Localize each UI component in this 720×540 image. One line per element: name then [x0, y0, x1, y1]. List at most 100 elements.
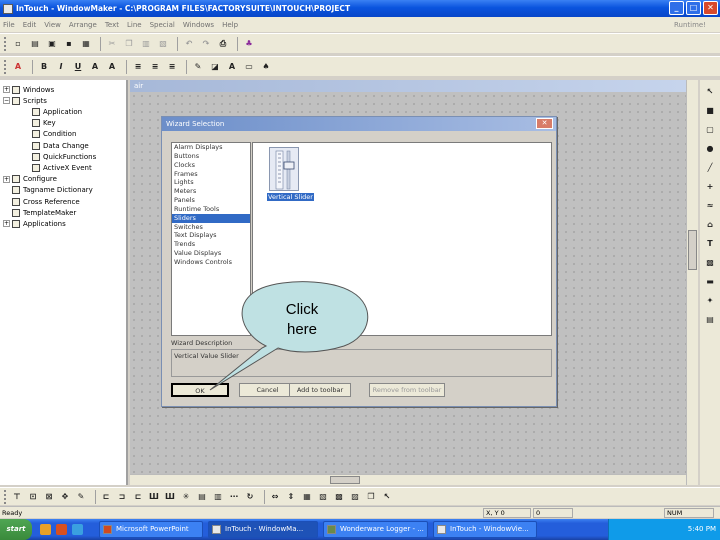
- tree-item[interactable]: Key: [23, 119, 56, 128]
- wizard-category-item[interactable]: Buttons: [172, 152, 250, 161]
- rectangle-icon[interactable]: ■: [703, 103, 717, 117]
- cut-icon[interactable]: ✂: [105, 37, 119, 51]
- print-icon[interactable]: ⎙: [216, 37, 230, 51]
- close-window-icon[interactable]: ▣: [45, 37, 59, 51]
- tree-item[interactable]: Application: [23, 107, 82, 116]
- bold-icon[interactable]: B: [37, 60, 51, 74]
- rounded-rectangle-icon[interactable]: ▢: [703, 122, 717, 136]
- remove-from-toolbar-button[interactable]: Remove from toolbar: [369, 383, 445, 397]
- minimize-button[interactable]: _: [669, 1, 684, 15]
- wizard-category-item[interactable]: Windows Controls: [172, 258, 250, 267]
- wizard-tool-icon[interactable]: ✦: [703, 293, 717, 307]
- wizard-icon[interactable]: ♣: [242, 37, 256, 51]
- toolbar-grip[interactable]: [4, 59, 7, 74]
- wizard-category-item[interactable]: Runtime Tools: [172, 205, 250, 214]
- center-objects-icon[interactable]: ✳: [180, 491, 192, 503]
- tree-expander-icon[interactable]: +: [3, 175, 10, 183]
- ellipse-icon[interactable]: ●: [703, 141, 717, 155]
- wizard-category-item[interactable]: Switches: [172, 223, 250, 232]
- line-icon[interactable]: ╱: [703, 160, 717, 174]
- quick-launch-icon[interactable]: [56, 524, 67, 535]
- align-right-objects-icon[interactable]: ⊏: [132, 491, 144, 503]
- wizard-category-item[interactable]: Text Displays: [172, 231, 250, 240]
- tree-item[interactable]: Data Change: [23, 141, 89, 150]
- wizard-category-item[interactable]: Value Displays: [172, 249, 250, 258]
- toolbar-grip[interactable]: [4, 489, 7, 504]
- break-symbol-icon[interactable]: ▨: [349, 491, 361, 503]
- fill-color-icon[interactable]: ◪: [208, 60, 222, 74]
- tree-item[interactable]: ActiveX Event: [23, 163, 92, 172]
- space-horizontal-icon[interactable]: Ш: [148, 491, 160, 503]
- wizard-category-item[interactable]: Trends: [172, 240, 250, 249]
- save-all-icon[interactable]: ▦: [79, 37, 93, 51]
- align-bottom-icon[interactable]: ⊠: [43, 491, 55, 503]
- vertical-scrollbar[interactable]: [686, 80, 698, 485]
- taskbar-item-windowmaker[interactable]: InTouch - WindowMa...: [208, 521, 318, 538]
- maximize-button[interactable]: □: [686, 1, 701, 15]
- window-color-icon[interactable]: ▭: [242, 60, 256, 74]
- align-center-objects-icon[interactable]: ⊐: [116, 491, 128, 503]
- line-style-icon[interactable]: ⋯: [228, 491, 240, 503]
- rotate-icon[interactable]: ↻: [244, 491, 256, 503]
- quick-launch-icon[interactable]: [40, 524, 51, 535]
- tree-item[interactable]: + Configure: [3, 175, 57, 184]
- delete-icon[interactable]: ▧: [156, 37, 170, 51]
- grid-snap-icon[interactable]: ✥: [59, 491, 71, 503]
- clock[interactable]: 5:40 PM: [688, 525, 716, 533]
- align-middle-icon[interactable]: ⊡: [27, 491, 39, 503]
- paste-bitmap-icon[interactable]: ▤: [703, 312, 717, 326]
- wizard-category-list[interactable]: Alarm Displays Buttons Clocks Frames Lights M…: [171, 142, 251, 336]
- font-size-up-icon[interactable]: A: [88, 60, 102, 74]
- tree-item[interactable]: − Scripts: [3, 96, 47, 105]
- tree-expander-icon[interactable]: −: [3, 97, 10, 105]
- tree-item[interactable]: + Windows: [3, 85, 54, 94]
- tree-item[interactable]: Condition: [23, 130, 76, 139]
- wizard-category-item[interactable]: Clocks: [172, 161, 250, 170]
- text-tool-icon[interactable]: T: [703, 236, 717, 250]
- vertical-slider-label[interactable]: Vertical Slider: [267, 193, 314, 201]
- space-vertical-icon[interactable]: Ш: [164, 491, 176, 503]
- wizard-category-item[interactable]: Panels: [172, 196, 250, 205]
- flip-v-icon[interactable]: ⇕: [285, 491, 297, 503]
- taskbar-item-logger[interactable]: Wonderware Logger - ...: [323, 521, 428, 538]
- menu-arrange[interactable]: Arrange: [69, 21, 97, 29]
- horizontal-scrollbar[interactable]: [130, 474, 686, 485]
- align-center-icon[interactable]: ≡: [148, 60, 162, 74]
- quick-launch-icon[interactable]: [72, 524, 83, 535]
- paint-icon[interactable]: ♠: [259, 60, 273, 74]
- taskbar-item-powerpoint[interactable]: Microsoft PowerPoint: [99, 521, 203, 538]
- align-left-objects-icon[interactable]: ⊏: [100, 491, 112, 503]
- copy-icon[interactable]: ❐: [122, 37, 136, 51]
- close-button[interactable]: ✕: [703, 1, 718, 15]
- menu-view[interactable]: View: [44, 21, 61, 29]
- open-window-icon[interactable]: ▤: [28, 37, 42, 51]
- menu-edit[interactable]: Edit: [23, 21, 37, 29]
- make-symbol-icon[interactable]: ▧: [317, 491, 329, 503]
- align-left-icon[interactable]: ≡: [131, 60, 145, 74]
- cancel-button[interactable]: Cancel: [239, 383, 296, 397]
- redo-icon[interactable]: ↷: [199, 37, 213, 51]
- wizard-category-item[interactable]: Meters: [172, 187, 250, 196]
- start-button[interactable]: start: [0, 519, 32, 540]
- cursor-icon[interactable]: ↖: [381, 491, 393, 503]
- dialog-close-button[interactable]: ✕: [536, 118, 553, 129]
- text-color-icon[interactable]: A: [225, 60, 239, 74]
- button-tool-icon[interactable]: ▬: [703, 274, 717, 288]
- menu-line[interactable]: Line: [127, 21, 142, 29]
- wizard-category-item[interactable]: Frames: [172, 170, 250, 179]
- underline-icon[interactable]: U: [71, 60, 85, 74]
- polyline-icon[interactable]: ≈: [703, 198, 717, 212]
- flip-h-icon[interactable]: ⇔: [269, 491, 281, 503]
- polygon-icon[interactable]: ⌂: [703, 217, 717, 231]
- menu-special[interactable]: Special: [150, 21, 175, 29]
- font-icon[interactable]: A: [11, 60, 25, 74]
- align-top-icon[interactable]: ⊤: [11, 491, 23, 503]
- wizard-category-item[interactable]: Sliders: [172, 213, 250, 223]
- italic-icon[interactable]: I: [54, 60, 68, 74]
- ok-button[interactable]: OK: [171, 383, 229, 397]
- send-back-icon[interactable]: ▥: [212, 491, 224, 503]
- break-cell-icon[interactable]: ▩: [333, 491, 345, 503]
- make-cell-icon[interactable]: ▦: [301, 491, 313, 503]
- wizard-category-item[interactable]: Alarm Displays: [172, 143, 250, 152]
- bring-front-icon[interactable]: ▤: [196, 491, 208, 503]
